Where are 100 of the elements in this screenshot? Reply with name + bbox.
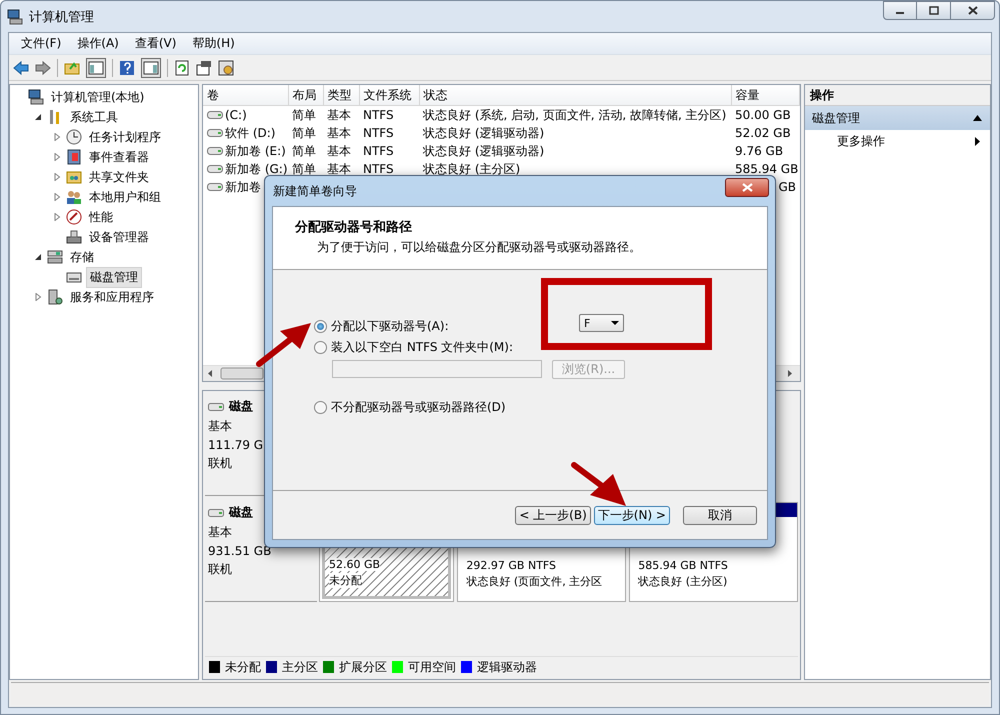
table-cell: 简单 xyxy=(292,126,316,140)
tree-item[interactable]: 系统工具 xyxy=(67,108,121,126)
column-header[interactable]: 状态 xyxy=(419,85,731,106)
back-arrow-icon[interactable] xyxy=(13,60,29,76)
maximize-button[interactable] xyxy=(917,1,951,20)
disk-label: 磁盘 xyxy=(229,398,253,415)
action-pane-icon[interactable] xyxy=(141,58,161,78)
table-cell: 50.00 GB xyxy=(735,108,791,122)
table-cell: 9.76 GB xyxy=(735,144,784,158)
section-label: 磁盘管理 xyxy=(812,110,860,126)
shared-folder-icon xyxy=(66,169,82,185)
radio-button[interactable] xyxy=(314,401,327,414)
close-icon[interactable] xyxy=(966,5,978,16)
table-cell: 状态良好 (系统, 启动, 页面文件, 活动, 故障转储, 主分区) xyxy=(423,108,726,122)
tree-item[interactable]: 计算机管理(本地) xyxy=(48,88,148,106)
legend-label: 逻辑驱动器 xyxy=(477,658,537,676)
log-book-icon xyxy=(66,149,82,165)
menu-item[interactable]: 文件(F) xyxy=(13,33,70,54)
disk-info: 联机 xyxy=(208,561,233,578)
cancel-button[interactable]: 取消 xyxy=(683,506,757,524)
tree-item[interactable]: 事件查看器 xyxy=(86,148,152,166)
tree-item[interactable]: 服务和应用程序 xyxy=(67,288,157,306)
minimize-button[interactable] xyxy=(883,1,917,20)
page-heading: 分配驱动器号和路径 xyxy=(295,219,413,236)
table-cell: 585.94 GB xyxy=(735,162,798,176)
folder-up-icon[interactable] xyxy=(64,60,80,76)
settings-icon[interactable] xyxy=(218,60,234,76)
column-header[interactable]: 容量 xyxy=(731,85,799,106)
dialog-title: 新建简单卷向导 xyxy=(273,182,357,200)
dropdown-arrow-icon xyxy=(611,321,619,325)
table-cell: 基本 xyxy=(327,162,351,176)
radio-button[interactable] xyxy=(314,320,327,333)
legend-label: 扩展分区 xyxy=(339,658,387,676)
expand-arrow-icon[interactable] xyxy=(53,193,61,201)
partition-size: 585.94 GB NTFS xyxy=(638,559,729,572)
table-cell: 状态良好 (主分区) xyxy=(423,162,520,176)
collapse-arrow-icon[interactable] xyxy=(973,115,982,121)
maximize-icon[interactable] xyxy=(928,5,940,16)
window-title: 计算机管理 xyxy=(29,8,94,26)
action-item[interactable]: 更多操作 xyxy=(837,132,885,150)
table-cell: 新加卷 (G:) xyxy=(225,160,288,178)
expand-arrow-icon[interactable] xyxy=(53,153,61,161)
pane-title: 操作 xyxy=(805,85,990,106)
column-header[interactable]: 卷 xyxy=(203,85,288,106)
action-section[interactable]: 磁盘管理 xyxy=(805,106,990,130)
tree-item[interactable]: 设备管理器 xyxy=(86,228,152,246)
close-button[interactable] xyxy=(951,1,995,20)
column-header[interactable]: 布局 xyxy=(288,85,323,106)
table-cell: (C:) xyxy=(225,108,247,122)
expand-arrow-icon[interactable] xyxy=(53,133,61,141)
forward-arrow-icon[interactable] xyxy=(35,60,51,76)
column-header[interactable]: 类型 xyxy=(323,85,359,106)
radio-button[interactable] xyxy=(314,341,327,354)
partition-status: 状态良好 (页面文件, 主分区 xyxy=(466,574,604,589)
table-cell: 新加卷 (E:) xyxy=(225,142,286,160)
properties-icon[interactable] xyxy=(196,60,212,76)
radio-label[interactable]: 不分配驱动器号或驱动器路径(D) xyxy=(331,399,506,416)
table-cell: NTFS xyxy=(363,126,394,140)
tree-item[interactable]: 性能 xyxy=(86,208,116,226)
table-cell: 简单 xyxy=(292,108,316,122)
tree-item[interactable]: 磁盘管理 xyxy=(86,266,142,288)
services-icon xyxy=(47,289,63,305)
expand-arrow-icon[interactable] xyxy=(53,173,61,181)
menu-item[interactable]: 查看(V) xyxy=(126,33,184,54)
radio-label[interactable]: 装入以下空白 NTFS 文件夹中(M): xyxy=(331,339,514,356)
expand-arrow-icon[interactable] xyxy=(34,293,42,301)
drive-icon xyxy=(207,182,223,192)
next-button[interactable]: 下一步(N) > xyxy=(594,506,670,524)
help-icon[interactable] xyxy=(119,60,135,76)
tree-item[interactable]: 共享文件夹 xyxy=(86,168,152,186)
users-icon xyxy=(66,189,82,205)
storage-icon xyxy=(47,249,63,265)
menu-item[interactable]: 操作(A) xyxy=(69,33,127,54)
page-description: 为了便于访问，可以给磁盘分区分配驱动器号或驱动器路径。 xyxy=(316,239,642,256)
collapse-arrow-icon[interactable] xyxy=(34,113,42,121)
radio-label[interactable]: 分配以下驱动器号(A): xyxy=(331,318,449,335)
table-cell: 基本 xyxy=(327,108,351,122)
back-button[interactable]: < 上一步(B) xyxy=(515,506,591,524)
partition-status: 状态良好 (主分区) xyxy=(638,574,728,589)
expand-arrow-icon[interactable] xyxy=(53,213,61,221)
pointer-arrow-drawing xyxy=(256,321,312,367)
tree-item[interactable]: 本地用户和组 xyxy=(86,188,164,206)
tree-pane-icon[interactable] xyxy=(86,58,106,78)
tree-item[interactable]: 任务计划程序 xyxy=(86,128,164,146)
legend-label: 可用空间 xyxy=(408,658,456,676)
gauge-icon xyxy=(66,209,82,225)
drive-icon xyxy=(207,128,223,138)
refresh-icon[interactable] xyxy=(174,60,190,76)
menu-item[interactable]: 帮助(H) xyxy=(184,33,243,54)
disk-info: 基本 xyxy=(208,418,233,435)
computer-icon xyxy=(7,8,23,24)
column-header[interactable]: 文件系统 xyxy=(359,85,419,106)
close-button[interactable] xyxy=(725,178,769,196)
disk-info: 基本 xyxy=(208,524,233,541)
table-cell: GB xyxy=(778,180,796,194)
drive-letter-dropdown[interactable]: F xyxy=(579,314,624,332)
table-cell: 基本 xyxy=(327,126,351,140)
collapse-arrow-icon[interactable] xyxy=(34,253,42,261)
clock-icon xyxy=(66,129,82,145)
tree-item[interactable]: 存储 xyxy=(67,248,97,266)
